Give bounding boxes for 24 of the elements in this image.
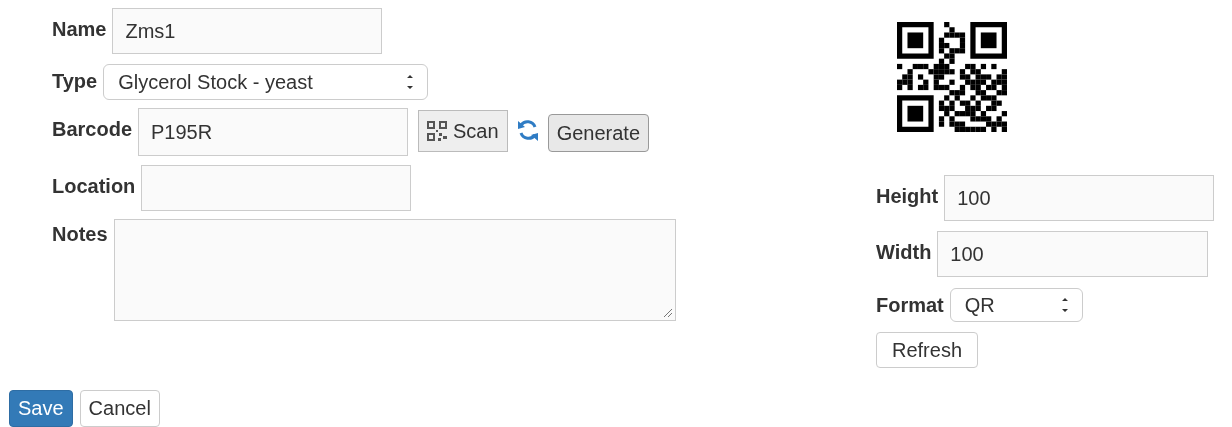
select-dropdown[interactable]: Glycerol Stock - yeast: [103, 64, 429, 100]
text-field[interactable]: 100: [937, 231, 1209, 277]
notes-field[interactable]: [113, 219, 676, 321]
field-label: Barcode: [52, 118, 133, 141]
action-button[interactable]: Cancel: [79, 390, 160, 427]
field-label: Name: [52, 18, 107, 41]
refresh-button[interactable]: Refresh: [876, 332, 978, 368]
field-label: Height: [876, 185, 939, 208]
select-dropdown[interactable]: QR: [949, 288, 1083, 322]
field-label: Type: [52, 70, 98, 93]
refresh-icon: [515, 118, 540, 144]
text-field[interactable]: Zms1: [112, 8, 383, 54]
text-field[interactable]: 100: [944, 175, 1215, 221]
field-label: Notes: [52, 223, 108, 246]
scan-button[interactable]: Scan: [418, 110, 508, 152]
resize-grip-icon: [661, 307, 673, 318]
text-field[interactable]: P195R: [138, 108, 409, 156]
field-label: Location: [52, 175, 136, 198]
field-label: Width: [876, 241, 932, 264]
action-button[interactable]: Save: [9, 390, 73, 427]
qr-code-icon: [427, 121, 448, 141]
field-label: Format: [876, 294, 944, 317]
text-field[interactable]: [141, 165, 412, 211]
generate-button[interactable]: Generate: [547, 114, 649, 152]
